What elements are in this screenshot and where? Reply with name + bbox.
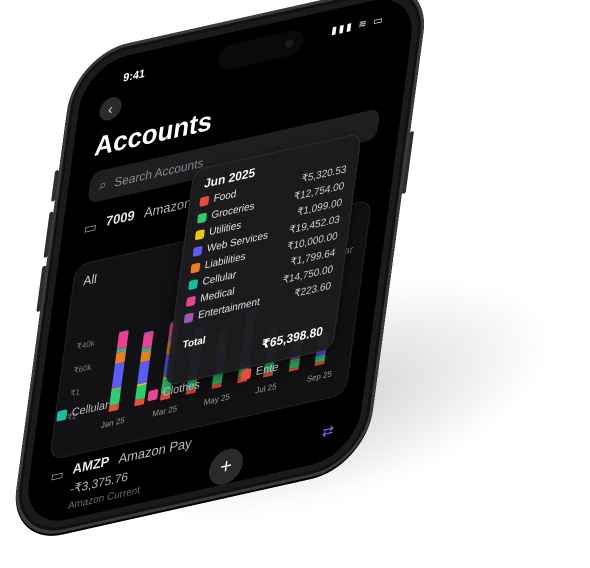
category-color-icon: [190, 262, 201, 274]
bar-segment: [141, 331, 154, 350]
category-color-icon: [185, 295, 197, 308]
category-color-icon: [196, 212, 208, 224]
status-icons: ▮▮▮ ≋ ▭: [330, 13, 386, 38]
status-time: 9:41: [122, 67, 146, 85]
bar-segment: [111, 362, 125, 389]
legend-swatch-icon: [56, 409, 68, 422]
wallet-icon: ▭: [82, 217, 99, 238]
account-code: AMZP: [71, 453, 111, 477]
category-color-icon: [199, 195, 210, 208]
tooltip-total-amount: ₹65,398.80: [260, 323, 324, 352]
power-button: [401, 130, 415, 195]
category-color-icon: [194, 229, 205, 241]
chevron-left-icon: ‹: [107, 99, 114, 118]
tooltip-category: Food: [212, 188, 238, 206]
tooltip-total-label: Total: [181, 334, 207, 352]
back-button[interactable]: ‹: [98, 94, 123, 123]
wallet-icon: ▭: [49, 465, 66, 485]
plus-icon: +: [218, 453, 234, 480]
volume-up-button: [43, 211, 54, 259]
legend-swatch-icon: [147, 388, 159, 402]
account-code: 7009: [105, 207, 136, 230]
category-color-icon: [192, 245, 203, 258]
product-mockup: 9:41 ▮▮▮ ≋ ▭ ‹ Accounts ⌕ Search Account…: [0, 0, 590, 568]
y-tick-label: ₹40k: [76, 338, 96, 352]
bar-segment: [136, 360, 150, 386]
search-icon: ⌕: [98, 176, 108, 194]
phone-screen: 9:41 ▮▮▮ ≋ ▭ ‹ Accounts ⌕ Search Account…: [22, 0, 418, 530]
action-button: [51, 169, 60, 202]
y-tick-label: ₹60k: [72, 361, 93, 376]
dynamic-island: [216, 27, 305, 72]
y-tick-label: ₹1: [69, 387, 81, 399]
category-color-icon: [188, 278, 199, 291]
filter-all[interactable]: All: [83, 271, 98, 289]
transfer-icon[interactable]: ⇄: [321, 421, 335, 441]
camera-icon: [284, 38, 294, 49]
category-color-icon: [183, 312, 194, 324]
legend-swatch-icon: [240, 368, 252, 381]
bar-segment: [116, 331, 129, 351]
volume-down-button: [36, 265, 47, 313]
